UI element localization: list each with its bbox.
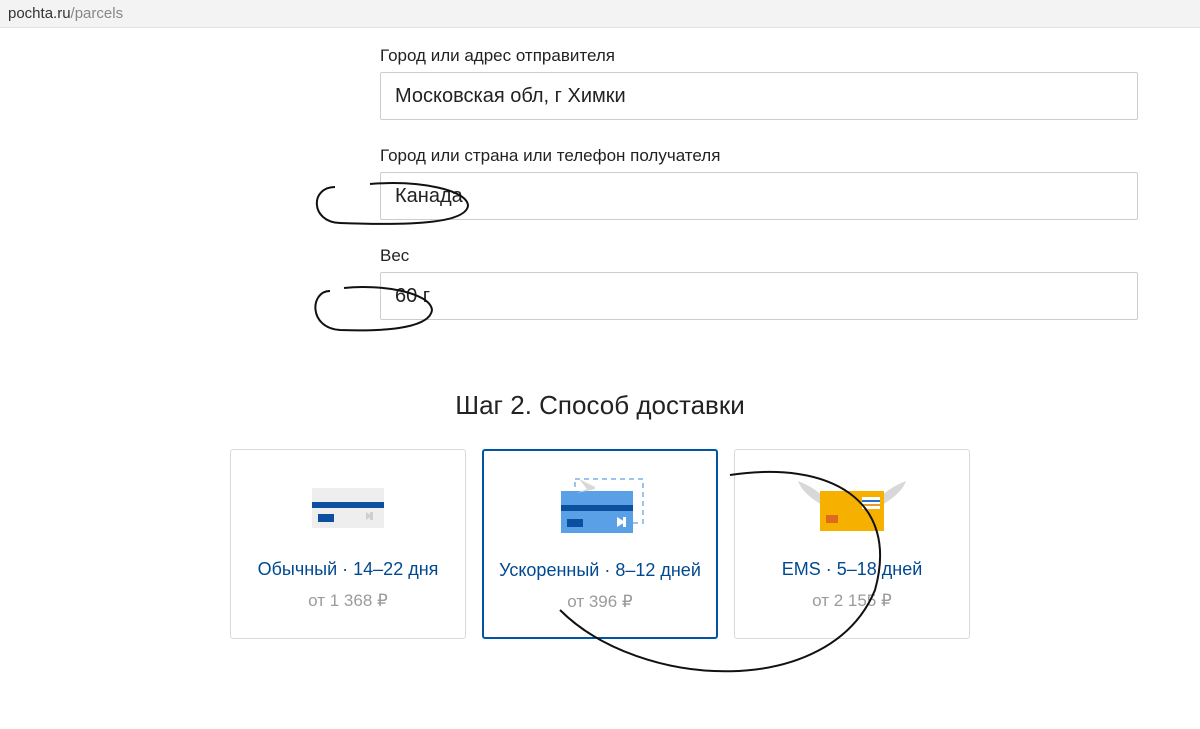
- weight-input-value: 60 г: [395, 285, 430, 308]
- weight-input[interactable]: 60 г: [380, 272, 1138, 320]
- page-content: Город или адрес отправителя Московская о…: [0, 28, 1200, 639]
- sender-field-block: Город или адрес отправителя Московская о…: [380, 46, 1140, 120]
- delivery-options: Обычный · 14–22 дня от 1 368 ₽ Ускоренны…: [0, 449, 1200, 639]
- ems-envelope-icon: [792, 468, 912, 548]
- delivery-option-regular-title: Обычный · 14–22 дня: [258, 558, 439, 581]
- delivery-option-regular-price: от 1 368 ₽: [308, 591, 388, 611]
- sender-input[interactable]: Московская обл, г Химки: [380, 72, 1138, 120]
- recipient-field-block: Город или страна или телефон получателя …: [380, 146, 1140, 220]
- browser-address-bar[interactable]: pochta.ru/parcels: [0, 0, 1200, 28]
- url-path: /parcels: [71, 5, 124, 22]
- delivery-option-ems[interactable]: EMS · 5–18 дней от 2 155 ₽: [734, 449, 970, 639]
- weight-field-block: Вес 60 г: [380, 246, 1140, 320]
- delivery-option-express-title: Ускоренный · 8–12 дней: [499, 559, 701, 582]
- delivery-option-regular[interactable]: Обычный · 14–22 дня от 1 368 ₽: [230, 449, 466, 639]
- recipient-input-value: Канада: [395, 185, 463, 208]
- express-envelope-icon: [545, 469, 655, 549]
- sender-label: Город или адрес отправителя: [380, 46, 1140, 66]
- weight-label: Вес: [380, 246, 1140, 266]
- delivery-option-express-price: от 396 ₽: [567, 592, 633, 612]
- step2-title: Шаг 2. Способ доставки: [0, 390, 1200, 421]
- url-host: pochta.ru: [8, 5, 71, 22]
- recipient-label: Город или страна или телефон получателя: [380, 146, 1140, 166]
- delivery-option-ems-price: от 2 155 ₽: [812, 591, 892, 611]
- regular-envelope-icon: [304, 468, 392, 548]
- delivery-option-express[interactable]: Ускоренный · 8–12 дней от 396 ₽: [482, 449, 718, 639]
- sender-input-value: Московская обл, г Химки: [395, 85, 626, 108]
- recipient-input[interactable]: Канада: [380, 172, 1138, 220]
- delivery-option-ems-title: EMS · 5–18 дней: [782, 558, 923, 581]
- shipping-form: Город или адрес отправителя Московская о…: [380, 46, 1140, 320]
